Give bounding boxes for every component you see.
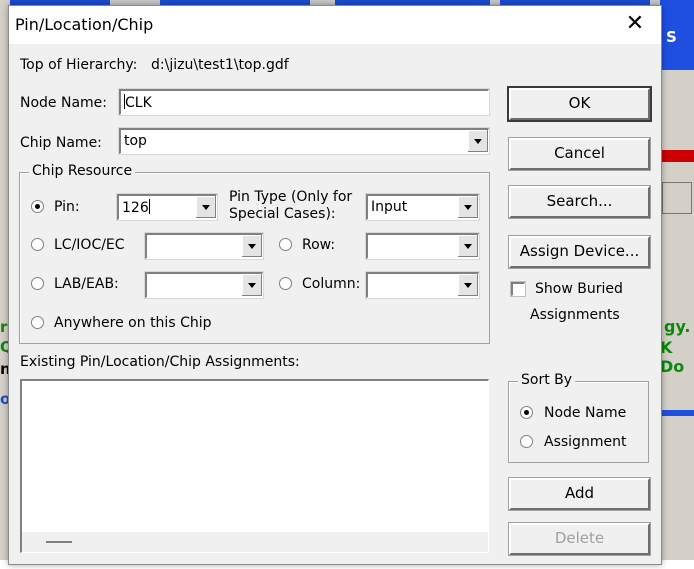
row-select[interactable] bbox=[365, 232, 480, 260]
chevron-down-icon[interactable] bbox=[241, 274, 262, 296]
show-buried-label-line2: Assignments bbox=[530, 307, 620, 323]
sort-node-name-label: Node Name bbox=[544, 405, 627, 421]
close-icon[interactable]: ✕ bbox=[621, 10, 649, 38]
show-buried-checkbox[interactable] bbox=[510, 281, 526, 297]
anywhere-radio[interactable] bbox=[31, 316, 44, 329]
delete-button[interactable]: Delete bbox=[508, 522, 651, 556]
row-radio[interactable] bbox=[279, 238, 292, 251]
lab-eab-label: LAB/EAB: bbox=[54, 276, 119, 292]
chevron-down-icon[interactable] bbox=[457, 196, 478, 218]
sort-assignment-label: Assignment bbox=[544, 434, 627, 450]
chip-name-select[interactable]: top bbox=[118, 127, 490, 155]
lab-eab-select[interactable] bbox=[144, 271, 264, 299]
chevron-down-icon[interactable] bbox=[195, 196, 216, 218]
pin-number-value: 126 bbox=[122, 199, 150, 216]
pin-label: Pin: bbox=[54, 199, 80, 215]
node-name-value: CLK bbox=[125, 95, 152, 111]
background-left-text: r bbox=[0, 318, 8, 336]
background-blue-bar bbox=[660, 410, 694, 416]
background-text: gy. bbox=[664, 317, 691, 336]
pin-number-combo[interactable]: 126 bbox=[116, 193, 218, 221]
background-app-right-edge: S gy. K Do bbox=[660, 0, 694, 569]
lc-ioc-ec-label: LC/IOC/EC bbox=[54, 237, 125, 253]
sort-by-group bbox=[508, 381, 649, 463]
row-label: Row: bbox=[302, 237, 336, 253]
pin-type-select[interactable]: Input bbox=[365, 193, 480, 221]
chip-name-label: Chip Name: bbox=[20, 135, 102, 151]
pin-type-label: Pin Type (Only for Special Cases): bbox=[229, 189, 353, 222]
chevron-down-icon[interactable] bbox=[457, 235, 478, 257]
dialog-title: Pin/Location/Chip bbox=[15, 15, 154, 34]
existing-assignments-list[interactable] bbox=[20, 379, 489, 553]
ok-button[interactable]: OK bbox=[507, 86, 652, 122]
background-button bbox=[662, 182, 692, 214]
column-radio[interactable] bbox=[279, 277, 292, 290]
pin-radio[interactable] bbox=[31, 200, 44, 213]
chip-name-value: top bbox=[124, 133, 147, 149]
sort-node-name-radio[interactable] bbox=[520, 406, 533, 419]
lab-eab-radio[interactable] bbox=[31, 277, 44, 290]
assign-device-button[interactable]: Assign Device... bbox=[508, 235, 651, 269]
horizontal-scrollbar[interactable] bbox=[22, 532, 488, 552]
pin-location-chip-dialog: Pin/Location/Chip ✕ Top of Hierarchy: d:… bbox=[8, 5, 662, 565]
hierarchy-label: Top of Hierarchy: bbox=[20, 57, 138, 73]
background-right-letter: S bbox=[666, 28, 677, 46]
chip-resource-title: Chip Resource bbox=[29, 163, 136, 179]
anywhere-label: Anywhere on this Chip bbox=[54, 315, 212, 331]
dialog-titlebar[interactable]: Pin/Location/Chip ✕ bbox=[9, 6, 661, 44]
existing-assignments-label: Existing Pin/Location/Chip Assignments: bbox=[20, 354, 300, 370]
sort-assignment-radio[interactable] bbox=[520, 435, 533, 448]
scrollbar-thumb[interactable] bbox=[46, 541, 72, 543]
chevron-down-icon[interactable] bbox=[241, 235, 262, 257]
chevron-down-icon[interactable] bbox=[457, 274, 478, 296]
background-text: K Do bbox=[660, 338, 685, 376]
hierarchy-path: d:\jizu\test1\top.gdf bbox=[151, 57, 289, 73]
column-label: Column: bbox=[302, 276, 361, 292]
lc-ioc-ec-radio[interactable] bbox=[31, 238, 44, 251]
lc-ioc-ec-select[interactable] bbox=[144, 232, 264, 260]
pin-type-value: Input bbox=[371, 199, 408, 215]
add-button[interactable]: Add bbox=[508, 477, 651, 511]
chevron-down-icon[interactable] bbox=[467, 130, 488, 152]
cancel-button[interactable]: Cancel bbox=[508, 137, 651, 171]
search-button[interactable]: Search... bbox=[508, 185, 651, 219]
node-name-input[interactable]: CLK bbox=[118, 88, 490, 116]
background-red-bar bbox=[660, 150, 694, 162]
show-buried-label-line1: Show Buried bbox=[535, 281, 623, 297]
column-select[interactable] bbox=[365, 271, 480, 299]
node-name-label: Node Name: bbox=[20, 95, 108, 111]
background-blue-panel: S bbox=[660, 0, 694, 70]
sort-by-title: Sort By bbox=[518, 372, 576, 388]
